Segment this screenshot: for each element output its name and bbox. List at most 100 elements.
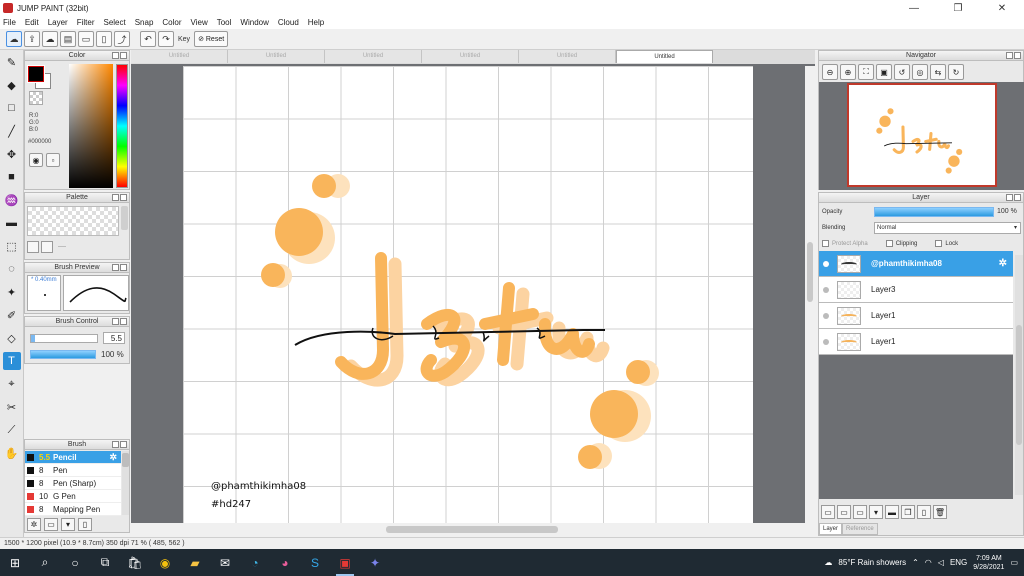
zoom-in-icon[interactable]: ⊕ — [840, 64, 856, 80]
add-brush-icon[interactable]: ▭ — [44, 518, 58, 531]
color-wheel-icon[interactable]: ◉ — [29, 153, 43, 167]
operation-tool-icon[interactable]: ⌖ — [3, 375, 21, 393]
scroll-thumb[interactable] — [122, 453, 129, 467]
panel-close-icon[interactable] — [120, 194, 127, 201]
canvas-horizontal-scrollbar[interactable] — [131, 523, 815, 536]
protect-alpha-checkbox[interactable]: Protect Alpha — [822, 240, 868, 247]
menu-layer[interactable]: Layer — [48, 18, 68, 27]
gear-icon[interactable]: ✲ — [999, 258, 1007, 269]
maximize-button[interactable]: ❐ — [936, 0, 980, 16]
tab-untitled-4[interactable]: Untitled — [422, 50, 519, 63]
color-history-icon[interactable]: ▫ — [46, 153, 60, 167]
panel-float-icon[interactable] — [112, 194, 119, 201]
material-icon[interactable]: ▤ — [60, 31, 76, 47]
palette-grid[interactable] — [27, 206, 119, 236]
rotate-left-icon[interactable]: ↺ — [894, 64, 910, 80]
merge-layer-icon[interactable]: ▯ — [917, 505, 931, 519]
panel-close-icon[interactable] — [120, 318, 127, 325]
transparent-color-swatch[interactable] — [29, 91, 43, 105]
new-layer-1bit-icon[interactable]: ▭ — [853, 505, 867, 519]
panel-close-icon[interactable] — [120, 441, 127, 448]
volume-icon[interactable]: ◁ — [938, 558, 944, 567]
panel-close-icon[interactable] — [120, 52, 127, 59]
chrome-icon[interactable]: ◉ — [150, 549, 180, 576]
panel-float-icon[interactable] — [112, 441, 119, 448]
layer-list-scrollbar[interactable] — [1015, 255, 1023, 495]
layer-row-layer3[interactable]: Layer3 — [819, 277, 1013, 303]
panel-close-icon[interactable] — [120, 264, 127, 271]
panel-float-icon[interactable] — [112, 52, 119, 59]
brush-list-scrollbar[interactable] — [122, 451, 129, 515]
menu-filter[interactable]: Filter — [77, 18, 95, 27]
brush-copy-icon[interactable]: ▯ — [78, 518, 92, 531]
page-icon[interactable]: ▯ — [96, 31, 112, 47]
rotate-reset-icon[interactable]: ◎ — [912, 64, 928, 80]
fit-icon[interactable]: ⛶ — [858, 64, 874, 80]
brush-item-pencil[interactable]: 5.5 Pencil ✲ — [25, 451, 121, 464]
layer-row-layer1-a[interactable]: Layer1 — [819, 303, 1013, 329]
text-tool-icon[interactable]: T — [2, 352, 21, 370]
duplicate-layer-icon[interactable]: ❐ — [901, 505, 915, 519]
select-rect-icon[interactable]: ⬚ — [3, 237, 21, 255]
tab-untitled-3[interactable]: Untitled — [325, 50, 422, 63]
delete-layer-icon[interactable]: 🗑 — [933, 505, 947, 519]
rotate-right-icon[interactable]: ↻ — [948, 64, 964, 80]
redo-icon[interactable]: ↷ — [158, 31, 174, 47]
move-tool-icon[interactable]: ✥ — [3, 145, 21, 163]
layer-opacity-slider[interactable] — [874, 207, 994, 217]
minimize-button[interactable]: — — [892, 0, 936, 16]
weather-text[interactable]: 85°F Rain showers — [838, 558, 906, 567]
brush-tool-icon[interactable]: ✎ — [3, 53, 21, 71]
clipping-checkbox[interactable]: Clipping — [885, 240, 917, 247]
jump-paint-taskbar-icon[interactable]: ▣ — [330, 549, 360, 576]
tab-reference[interactable]: Reference — [842, 523, 878, 535]
layer-row-signature[interactable]: @phamthikimha08 ✲ — [819, 251, 1013, 277]
teams-icon[interactable]: ✦ — [360, 549, 390, 576]
select-eraser-icon[interactable]: ◇ — [3, 329, 21, 347]
gradient-tool-icon[interactable]: ▬ — [3, 214, 21, 232]
menu-tool[interactable]: Tool — [217, 18, 232, 27]
brush-size-value[interactable]: 5.5 — [103, 332, 125, 344]
menu-view[interactable]: View — [191, 18, 208, 27]
magic-wand-icon[interactable]: ✦ — [3, 283, 21, 301]
delete-palette-icon[interactable] — [41, 241, 53, 253]
bucket-tool-icon[interactable]: ♒ — [3, 191, 21, 209]
cloud-icon[interactable]: ☁ — [6, 31, 22, 47]
brush-item-pen[interactable]: 8 Pen — [25, 464, 121, 477]
tab-untitled-active[interactable]: Untitled — [616, 50, 713, 63]
windows-start-icon[interactable]: ⊞ — [0, 549, 30, 576]
brush-item-g-pen[interactable]: 10 G Pen — [25, 490, 121, 503]
new-layer-8bit-icon[interactable]: ▭ — [837, 505, 851, 519]
brush-menu-icon[interactable]: ▾ — [61, 518, 75, 531]
actual-size-icon[interactable]: ▣ — [876, 64, 892, 80]
undo-icon[interactable]: ↶ — [140, 31, 156, 47]
foreground-color-swatch[interactable] — [27, 65, 45, 83]
cortana-icon[interactable]: ○ — [60, 549, 90, 576]
blending-mode-select[interactable]: Normal ▾ — [874, 222, 1021, 234]
select-pen-icon[interactable]: ✐ — [3, 306, 21, 324]
tab-untitled-2[interactable]: Untitled — [228, 50, 325, 63]
visibility-icon[interactable] — [823, 312, 829, 319]
search-icon[interactable]: ⌕ — [30, 549, 60, 576]
edge-icon[interactable]: ◔ — [240, 549, 270, 576]
brush-item-mapping-pen[interactable]: 8 Mapping Pen — [25, 503, 121, 516]
menu-select[interactable]: Select — [103, 18, 125, 27]
eyedropper-tool-icon[interactable]: ⟋ — [3, 421, 21, 439]
fill-rect-tool-icon[interactable]: ■ — [3, 168, 21, 186]
panel-close-icon[interactable] — [1014, 52, 1021, 59]
skype-icon[interactable]: S — [300, 549, 330, 576]
menu-snap[interactable]: Snap — [135, 18, 154, 27]
visibility-icon[interactable] — [823, 260, 829, 267]
network-icon[interactable]: ◠ — [925, 558, 932, 567]
cloud-save-icon[interactable]: ☁ — [42, 31, 58, 47]
menu-help[interactable]: Help — [308, 18, 324, 27]
file-explorer-icon[interactable]: ▰ — [180, 549, 210, 576]
brush-opacity-slider[interactable] — [30, 350, 96, 359]
new-layer-icon[interactable]: ▭ — [821, 505, 835, 519]
lock-checkbox[interactable]: Lock — [935, 240, 958, 247]
panel-float-icon[interactable] — [112, 264, 119, 271]
scroll-thumb[interactable] — [386, 526, 558, 533]
messenger-icon[interactable]: ◕ — [270, 549, 300, 576]
panel-close-icon[interactable] — [1014, 194, 1021, 201]
canvas-vertical-scrollbar[interactable] — [805, 66, 815, 524]
